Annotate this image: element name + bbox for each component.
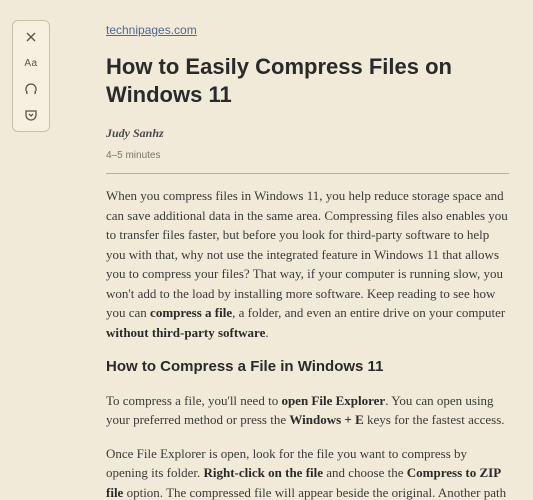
reader-toolbar: Aa xyxy=(12,20,50,132)
headphones-icon xyxy=(24,82,38,96)
article: technipages.com How to Easily Compress F… xyxy=(106,20,509,500)
divider xyxy=(106,173,509,174)
reader-view: Aa technipages.com How to Easily Compres… xyxy=(0,0,533,500)
pocket-icon xyxy=(24,108,38,122)
source-link[interactable]: technipages.com xyxy=(106,21,197,39)
typography-icon: Aa xyxy=(24,58,37,69)
listen-button[interactable] xyxy=(17,77,45,101)
close-button[interactable] xyxy=(17,25,45,49)
close-icon xyxy=(25,31,37,43)
article-title: How to Easily Compress Files on Windows … xyxy=(106,53,509,108)
read-time: 4–5 minutes xyxy=(106,148,509,163)
paragraph: When you compress files in Windows 11, y… xyxy=(106,186,509,342)
byline: Judy Sanhz xyxy=(106,124,509,142)
section-heading: How to Compress a File in Windows 11 xyxy=(106,356,509,379)
typography-button[interactable]: Aa xyxy=(17,51,45,75)
paragraph: To compress a file, you'll need to open … xyxy=(106,391,509,430)
save-button[interactable] xyxy=(17,103,45,127)
paragraph: Once File Explorer is open, look for the… xyxy=(106,444,509,500)
